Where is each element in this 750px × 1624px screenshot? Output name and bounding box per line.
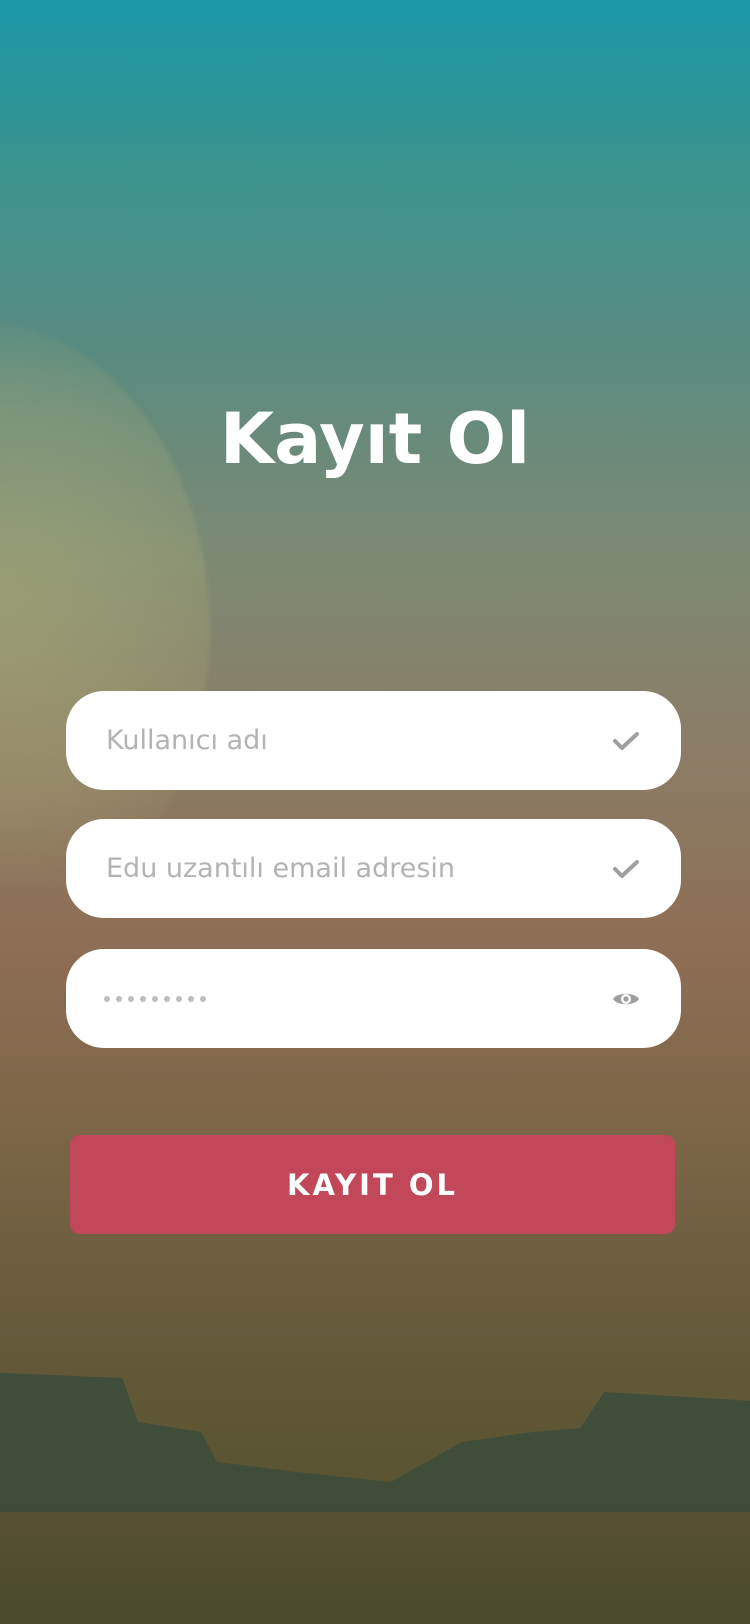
- password-dot: [116, 995, 122, 1002]
- username-input[interactable]: [104, 724, 588, 757]
- check-icon: [611, 854, 641, 884]
- password-input[interactable]: [104, 995, 206, 1002]
- page-title: Kayıt Ol: [219, 398, 531, 480]
- email-field[interactable]: [66, 819, 681, 918]
- background-image: [0, 0, 750, 1624]
- eye-icon[interactable]: [611, 984, 641, 1014]
- check-icon: [611, 726, 641, 756]
- register-button[interactable]: KAYIT OL: [70, 1135, 675, 1234]
- password-dot: [140, 995, 146, 1002]
- email-input[interactable]: [104, 852, 588, 885]
- password-dot: [200, 995, 206, 1002]
- password-dot: [164, 995, 170, 1002]
- password-dot: [152, 995, 158, 1002]
- password-dot: [104, 995, 110, 1002]
- password-dot: [188, 995, 194, 1002]
- password-dot: [128, 995, 134, 1002]
- password-dot: [176, 995, 182, 1002]
- username-field[interactable]: [66, 691, 681, 790]
- password-field[interactable]: [66, 949, 681, 1048]
